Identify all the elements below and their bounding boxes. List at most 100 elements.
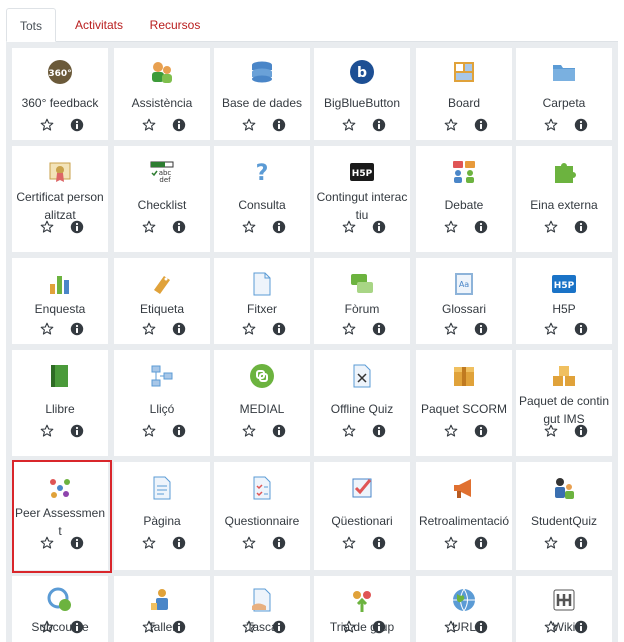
- info-icon[interactable]: [474, 424, 488, 438]
- star-icon[interactable]: [544, 322, 558, 336]
- star-icon[interactable]: [40, 322, 54, 336]
- star-icon[interactable]: [142, 322, 156, 336]
- activity-questionnaire[interactable]: Questionnaire: [214, 462, 310, 570]
- activity-peer-assessment[interactable]: Peer Assessment: [12, 462, 108, 570]
- info-icon[interactable]: [172, 118, 186, 132]
- info-icon[interactable]: [70, 536, 84, 550]
- activity-h5p-black[interactable]: H5P Contingut interactiu: [314, 146, 410, 252]
- info-icon[interactable]: [372, 220, 386, 234]
- info-icon[interactable]: [70, 220, 84, 234]
- activity-puzzle[interactable]: Eina externa: [516, 146, 612, 252]
- info-icon[interactable]: [372, 536, 386, 550]
- info-icon[interactable]: [70, 322, 84, 336]
- info-icon[interactable]: [272, 620, 286, 634]
- info-icon[interactable]: [70, 118, 84, 132]
- activity-url[interactable]: URL: [416, 576, 512, 642]
- activity-workshop[interactable]: Taller: [114, 576, 210, 642]
- star-icon[interactable]: [444, 536, 458, 550]
- info-icon[interactable]: [372, 322, 386, 336]
- info-icon[interactable]: [474, 220, 488, 234]
- activity-forum[interactable]: Fòrum: [314, 258, 410, 344]
- star-icon[interactable]: [444, 322, 458, 336]
- info-icon[interactable]: [574, 322, 588, 336]
- activity-board[interactable]: Board: [416, 48, 512, 140]
- star-icon[interactable]: [40, 424, 54, 438]
- activity-medial[interactable]: MEDIAL: [214, 350, 310, 456]
- star-icon[interactable]: [342, 620, 356, 634]
- info-icon[interactable]: [372, 424, 386, 438]
- star-icon[interactable]: [142, 424, 156, 438]
- info-icon[interactable]: [272, 536, 286, 550]
- info-icon[interactable]: [574, 118, 588, 132]
- activity-scorm[interactable]: Paquet SCORM: [416, 350, 512, 456]
- info-icon[interactable]: [574, 424, 588, 438]
- info-icon[interactable]: [574, 536, 588, 550]
- activity-file[interactable]: Fitxer: [214, 258, 310, 344]
- activity-offline-quiz[interactable]: Offline Quiz: [314, 350, 410, 456]
- activity-group-choice[interactable]: Tria de grup: [314, 576, 410, 642]
- star-icon[interactable]: [342, 322, 356, 336]
- activity-quiz[interactable]: Qüestionari: [314, 462, 410, 570]
- star-icon[interactable]: [444, 118, 458, 132]
- info-icon[interactable]: [272, 118, 286, 132]
- activity-subcourse[interactable]: Subcourse: [12, 576, 108, 642]
- info-icon[interactable]: [172, 424, 186, 438]
- activity-folder[interactable]: Carpeta: [516, 48, 612, 140]
- activity-database[interactable]: Base de dades: [214, 48, 310, 140]
- star-icon[interactable]: [544, 620, 558, 634]
- info-icon[interactable]: [172, 220, 186, 234]
- star-icon[interactable]: [242, 620, 256, 634]
- activity-lesson[interactable]: Lliçó: [114, 350, 210, 456]
- info-icon[interactable]: [70, 620, 84, 634]
- activity-chart[interactable]: Enquesta: [12, 258, 108, 344]
- info-icon[interactable]: [372, 620, 386, 634]
- info-icon[interactable]: [172, 322, 186, 336]
- activity-question[interactable]: ? Consulta: [214, 146, 310, 252]
- info-icon[interactable]: [574, 220, 588, 234]
- star-icon[interactable]: [342, 118, 356, 132]
- activity-wiki[interactable]: Wiki: [516, 576, 612, 642]
- star-icon[interactable]: [544, 220, 558, 234]
- star-icon[interactable]: [40, 118, 54, 132]
- activity-book[interactable]: Llibre: [12, 350, 108, 456]
- star-icon[interactable]: [342, 424, 356, 438]
- info-icon[interactable]: [474, 620, 488, 634]
- activity-debate[interactable]: Debate: [416, 146, 512, 252]
- info-icon[interactable]: [272, 220, 286, 234]
- star-icon[interactable]: [142, 220, 156, 234]
- info-icon[interactable]: [474, 536, 488, 550]
- activity-attendance[interactable]: Assistència: [114, 48, 210, 140]
- tab-resources[interactable]: Recursos: [140, 8, 210, 42]
- star-icon[interactable]: [40, 620, 54, 634]
- activity-360-feedback[interactable]: 360° 360° feedback: [12, 48, 108, 140]
- info-icon[interactable]: [372, 118, 386, 132]
- activity-page[interactable]: Pàgina: [114, 462, 210, 570]
- star-icon[interactable]: [242, 424, 256, 438]
- info-icon[interactable]: [474, 118, 488, 132]
- star-icon[interactable]: [444, 220, 458, 234]
- activity-checklist[interactable]: abc def Checklist: [114, 146, 210, 252]
- star-icon[interactable]: [242, 220, 256, 234]
- star-icon[interactable]: [444, 424, 458, 438]
- star-icon[interactable]: [544, 424, 558, 438]
- star-icon[interactable]: [342, 220, 356, 234]
- star-icon[interactable]: [40, 536, 54, 550]
- star-icon[interactable]: [142, 620, 156, 634]
- activity-feedback-megaphone[interactable]: Retroalimentació: [416, 462, 512, 570]
- info-icon[interactable]: [574, 620, 588, 634]
- info-icon[interactable]: [272, 424, 286, 438]
- info-icon[interactable]: [172, 536, 186, 550]
- info-icon[interactable]: [272, 322, 286, 336]
- activity-h5p-blue[interactable]: H5P H5P: [516, 258, 612, 344]
- activity-studentquiz[interactable]: StudentQuiz: [516, 462, 612, 570]
- star-icon[interactable]: [142, 536, 156, 550]
- activity-ims-package[interactable]: Paquet de contingut IMS: [516, 350, 612, 456]
- activity-label[interactable]: Etiqueta: [114, 258, 210, 344]
- star-icon[interactable]: [544, 118, 558, 132]
- info-icon[interactable]: [474, 322, 488, 336]
- activity-glossary[interactable]: Aa Glossari: [416, 258, 512, 344]
- star-icon[interactable]: [242, 536, 256, 550]
- star-icon[interactable]: [142, 118, 156, 132]
- activity-bigbluebutton[interactable]: b BigBlueButton: [314, 48, 410, 140]
- star-icon[interactable]: [544, 536, 558, 550]
